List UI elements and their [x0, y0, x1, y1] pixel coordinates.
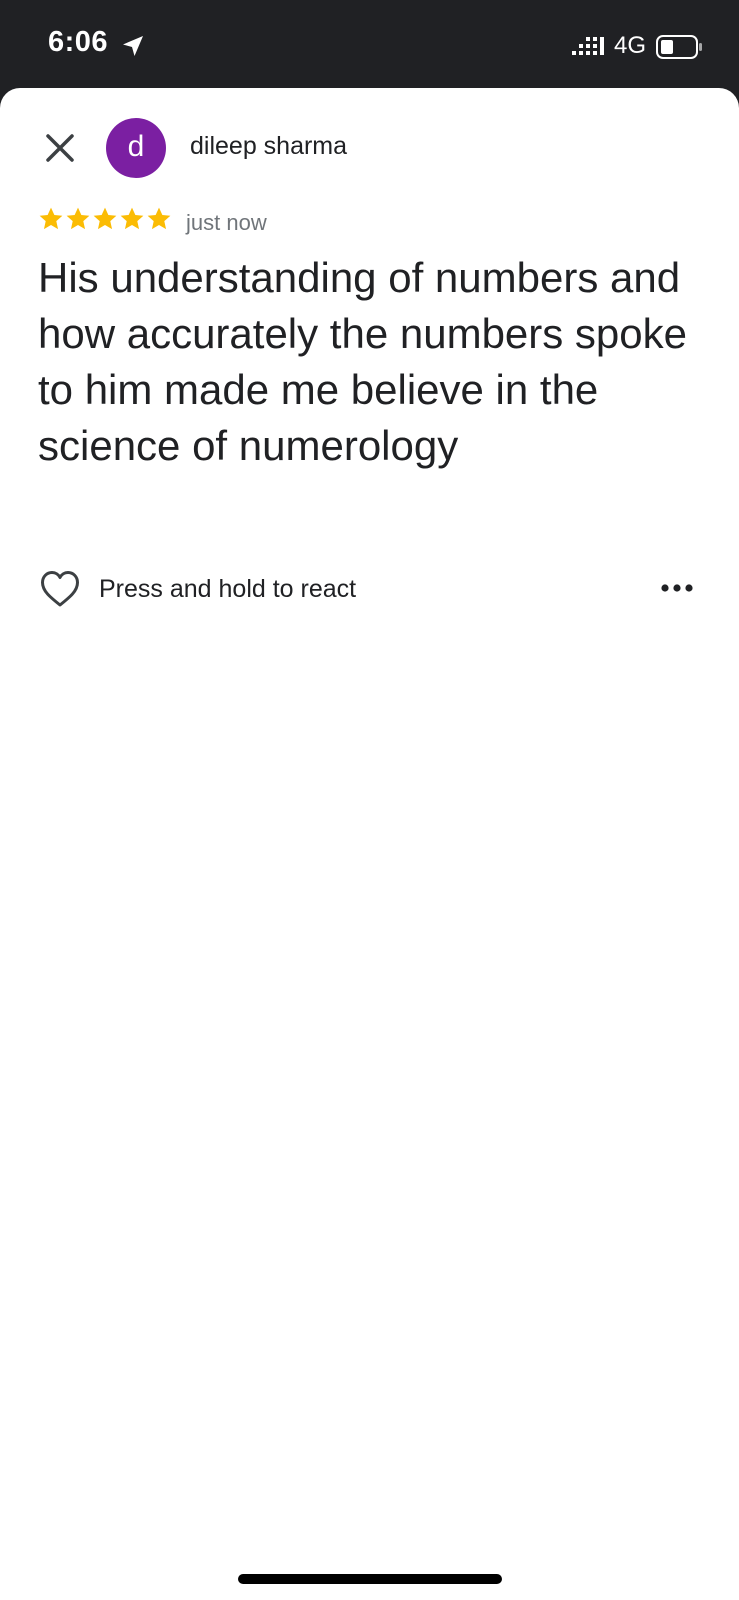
review-timestamp: just now [186, 210, 267, 235]
star-icon [39, 207, 63, 230]
star-icon [147, 207, 171, 230]
location-arrow-icon [123, 36, 143, 56]
reviewer-name[interactable]: dileep sharma [190, 132, 347, 161]
star-icon [66, 207, 90, 230]
star-rating [38, 206, 172, 236]
heart-icon[interactable] [40, 570, 80, 608]
react-label[interactable]: Press and hold to react [99, 575, 356, 604]
star-icon [120, 207, 144, 230]
status-bar: 6:06 4G [0, 0, 739, 90]
review-sheet: d dileep sharma just now His understandi… [0, 88, 739, 1600]
review-text: His understanding of numbers and how acc… [38, 254, 688, 469]
more-options-icon[interactable] [658, 576, 698, 600]
status-time: 6:06 [48, 26, 109, 58]
react-row: Press and hold to react [40, 568, 700, 612]
signal-icon [572, 37, 604, 55]
network-label: 4G [614, 32, 647, 59]
star-icon [93, 207, 117, 230]
battery-icon [656, 35, 702, 59]
close-icon[interactable] [40, 128, 80, 168]
home-indicator[interactable] [238, 1574, 502, 1584]
avatar-letter: d [127, 130, 145, 163]
avatar[interactable]: d [106, 118, 166, 178]
